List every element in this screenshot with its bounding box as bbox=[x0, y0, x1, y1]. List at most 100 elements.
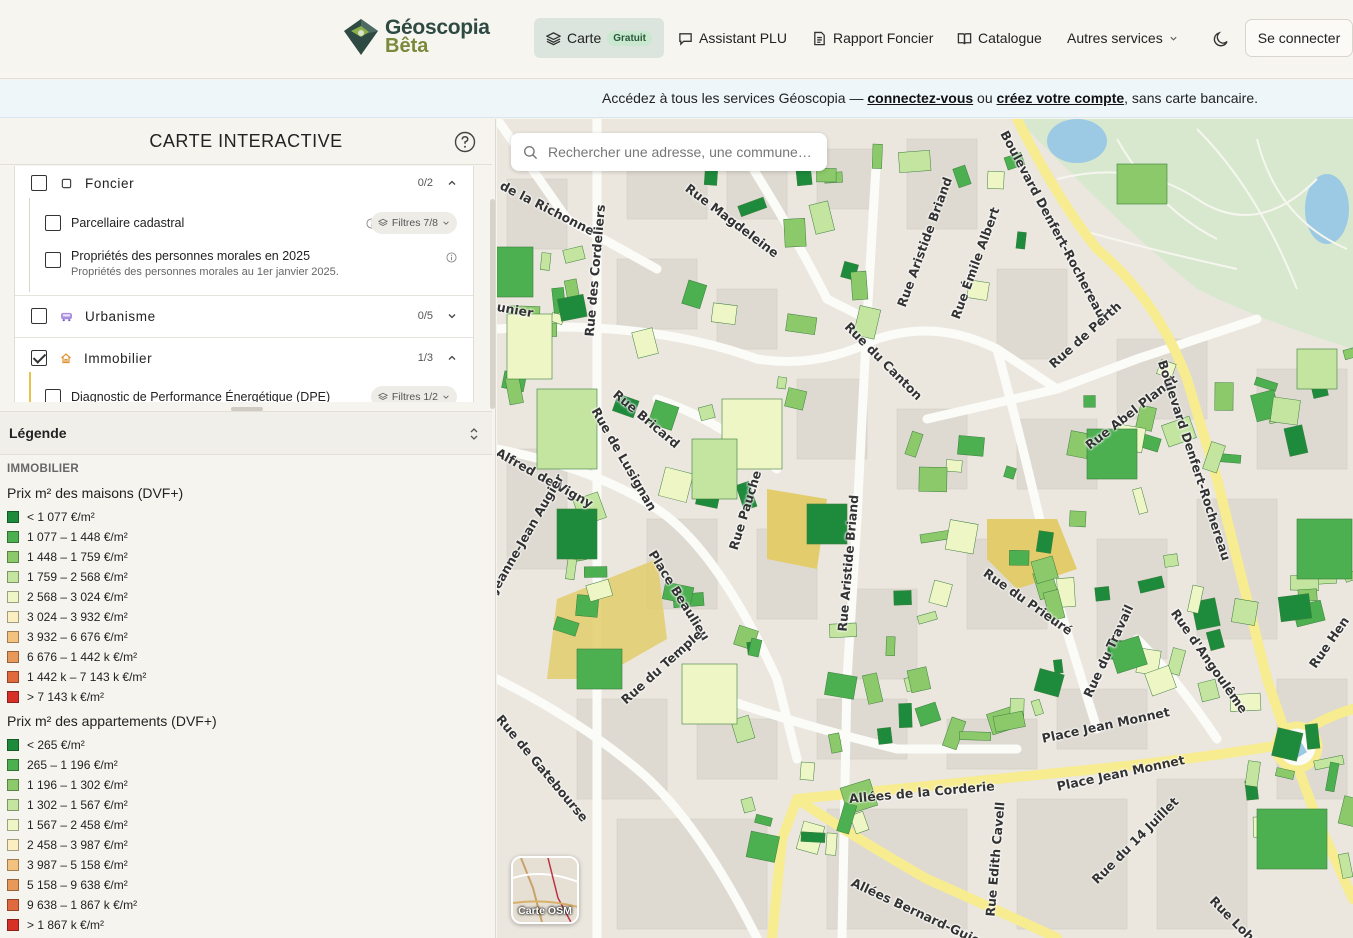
parcel-shape[interactable] bbox=[1231, 598, 1259, 626]
legend-label: 1 448 – 1 759 €/m² bbox=[27, 550, 128, 564]
moon-icon[interactable] bbox=[1212, 30, 1230, 48]
filters-button[interactable]: Filtres 7/8 bbox=[370, 212, 457, 234]
info-icon[interactable] bbox=[446, 252, 457, 263]
parcel-shape[interactable] bbox=[825, 832, 838, 856]
parcel-shape[interactable] bbox=[1094, 586, 1111, 602]
parcel-shape[interactable] bbox=[876, 727, 893, 745]
parcel-shape[interactable] bbox=[784, 387, 808, 411]
filters-button[interactable]: Filtres 1/2 bbox=[370, 386, 457, 402]
layer-personnes-morales[interactable]: Propriétés des personnes morales en 2025… bbox=[45, 249, 473, 285]
parcel-shape[interactable] bbox=[1015, 231, 1027, 250]
urbanisme-checkbox[interactable] bbox=[31, 308, 47, 324]
parcellaire-checkbox[interactable] bbox=[45, 215, 61, 231]
parcel-shape[interactable] bbox=[1304, 723, 1321, 750]
parcel-shape[interactable] bbox=[918, 466, 948, 493]
nav-carte[interactable]: Carte Gratuit bbox=[534, 18, 664, 58]
parcel-shape[interactable] bbox=[1069, 510, 1087, 528]
search-bar[interactable] bbox=[511, 133, 827, 171]
parcel-shape[interactable] bbox=[898, 703, 913, 728]
legend-swatch bbox=[7, 759, 19, 771]
nav-rapport-label: Rapport Foncier bbox=[833, 30, 934, 46]
legend-label: 1 442 k – 7 143 k €/m² bbox=[27, 670, 147, 684]
search-input[interactable] bbox=[548, 144, 818, 160]
layer-scrollbar[interactable] bbox=[490, 199, 495, 409]
parcel-shape[interactable] bbox=[871, 143, 883, 169]
legend-swatch bbox=[7, 819, 19, 831]
parcel-shape[interactable] bbox=[957, 435, 985, 457]
personnes-morales-checkbox[interactable] bbox=[45, 252, 61, 268]
parcel-shape[interactable] bbox=[898, 149, 932, 174]
parcel-shape[interactable] bbox=[776, 376, 788, 390]
nav-rapport-foncier[interactable]: Rapport Foncier bbox=[800, 18, 945, 58]
nav-catalogue[interactable]: Catalogue bbox=[945, 18, 1054, 58]
parcel-shape[interactable] bbox=[576, 648, 623, 690]
chevron-updown-icon[interactable] bbox=[468, 426, 480, 442]
parcel-shape[interactable] bbox=[1296, 348, 1338, 390]
parcel-shape[interactable] bbox=[959, 731, 992, 741]
parcel-shape[interactable] bbox=[539, 252, 552, 271]
legend-label: > 1 867 k €/m² bbox=[27, 918, 105, 932]
parcel-shape[interactable] bbox=[506, 313, 553, 380]
layer-parcellaire[interactable]: Parcellaire cadastral Filtres 7/8 bbox=[45, 212, 473, 234]
chevron-up-icon[interactable] bbox=[447, 178, 457, 188]
parcel-shape[interactable] bbox=[681, 663, 738, 725]
basemap-osm-button[interactable]: Carte OSM bbox=[511, 856, 579, 924]
info-banner: Accédez à tous les services Géoscopia — … bbox=[0, 80, 1353, 118]
parcel-shape[interactable] bbox=[691, 438, 738, 500]
parcel-shape[interactable] bbox=[1163, 553, 1179, 568]
parcel-shape[interactable] bbox=[745, 830, 780, 863]
parcel-shape[interactable] bbox=[824, 671, 858, 700]
parcel-shape[interactable] bbox=[583, 566, 608, 578]
parcel-shape[interactable] bbox=[944, 519, 979, 555]
parcel-shape[interactable] bbox=[497, 246, 534, 298]
category-foncier[interactable]: Foncier 0/2 bbox=[15, 174, 473, 192]
parcel-shape[interactable] bbox=[556, 508, 598, 560]
parcel-shape[interactable] bbox=[536, 388, 598, 470]
foncier-checkbox[interactable] bbox=[31, 175, 47, 191]
logo[interactable]: Géoscopia Bêta bbox=[343, 17, 490, 56]
parcel-shape[interactable] bbox=[885, 636, 896, 657]
category-immobilier[interactable]: Immobilier 1/3 bbox=[15, 349, 473, 367]
layer-label: Diagnostic de Performance Énergétique (D… bbox=[71, 390, 331, 402]
parcel-shape[interactable] bbox=[1009, 550, 1030, 566]
parcel-shape[interactable] bbox=[1214, 382, 1234, 411]
login-button[interactable]: Se connecter bbox=[1245, 19, 1353, 57]
parcel-shape[interactable] bbox=[1053, 659, 1064, 674]
chevron-up-icon[interactable] bbox=[447, 353, 457, 363]
nav-assistant-plu[interactable]: Assistant PLU bbox=[666, 18, 799, 58]
parcel-shape[interactable] bbox=[893, 590, 912, 606]
parcel-shape[interactable] bbox=[1035, 530, 1054, 554]
legend-item: > 7 143 k €/m² bbox=[7, 690, 104, 704]
book-icon bbox=[957, 32, 972, 44]
parcel-shape[interactable] bbox=[1269, 396, 1301, 426]
parcel-shape[interactable] bbox=[783, 218, 807, 248]
parcel-shape[interactable] bbox=[800, 831, 826, 843]
parcel-shape[interactable] bbox=[1277, 593, 1313, 623]
map[interactable]: de la Richonne Rue Magdeleine Rue des Co… bbox=[497, 119, 1353, 938]
chevron-down-icon[interactable] bbox=[447, 311, 457, 321]
immobilier-checkbox[interactable] bbox=[31, 350, 47, 366]
parcel-shape[interactable] bbox=[1256, 808, 1328, 870]
help-icon[interactable] bbox=[454, 131, 476, 153]
parcel-shape[interactable] bbox=[1296, 518, 1353, 580]
nav-autres-services[interactable]: Autres services bbox=[1055, 18, 1190, 58]
legend-swatch bbox=[7, 691, 19, 703]
parcel-shape[interactable] bbox=[850, 270, 869, 301]
parcel-shape[interactable] bbox=[1083, 395, 1096, 408]
parcel-shape[interactable] bbox=[799, 761, 815, 781]
layer-dpe[interactable]: Diagnostic de Performance Énergétique (D… bbox=[45, 386, 473, 402]
legend-swatch bbox=[7, 531, 19, 543]
parcel-shape[interactable] bbox=[710, 302, 738, 325]
osm-label: Carte OSM bbox=[518, 905, 572, 917]
category-urbanisme[interactable]: Urbanisme 0/5 bbox=[15, 307, 473, 325]
connect-link[interactable]: connectez-vous bbox=[867, 90, 973, 106]
parcel-shape[interactable] bbox=[945, 459, 963, 473]
legend-header[interactable]: Légende bbox=[0, 411, 492, 455]
dpe-checkbox[interactable] bbox=[45, 389, 61, 402]
parcel-shape[interactable] bbox=[703, 169, 718, 186]
parcel-shape[interactable] bbox=[1116, 163, 1168, 205]
parcel-shape[interactable] bbox=[986, 170, 1005, 190]
create-account-link[interactable]: créez votre compte bbox=[997, 90, 1125, 106]
parcel-shape[interactable] bbox=[806, 503, 848, 545]
layers-icon bbox=[377, 392, 388, 400]
